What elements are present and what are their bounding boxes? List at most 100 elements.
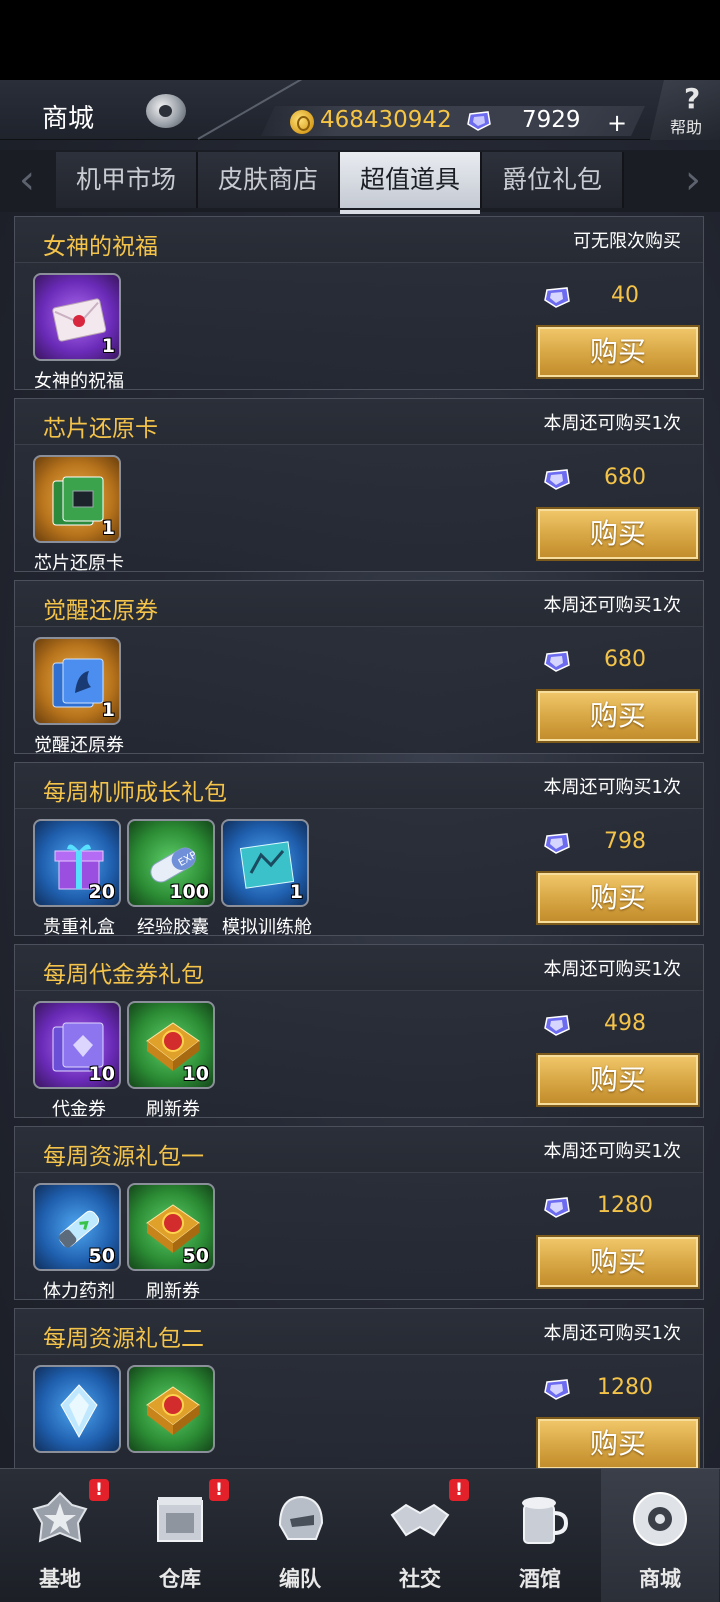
diamond-icon — [543, 285, 571, 309]
notification-badge: ! — [209, 1479, 229, 1501]
nav-item[interactable]: 仓库 ! — [121, 1469, 239, 1602]
reward-quantity: 10 — [182, 1063, 209, 1085]
purchase-limit: 可无限次购买 — [573, 231, 681, 252]
product-price: 40 — [611, 283, 639, 308]
reward-name: 经验胶囊 — [137, 917, 209, 938]
product-title: 每周机师成长礼包 — [43, 780, 227, 806]
reward-item-frame: 1 — [33, 637, 121, 725]
product-card: 每周代金券礼包 本周还可购买1次 498 购买 10 代金券 10 刷新券 — [14, 944, 704, 1120]
reward-item-frame: 50 — [127, 1183, 215, 1271]
page-title: 商城 — [42, 104, 95, 134]
product-title: 女神的祝福 — [43, 234, 158, 260]
handshake-icon — [390, 1489, 450, 1549]
purchase-limit: 本周还可购买1次 — [543, 595, 681, 616]
product-price: 1280 — [597, 1375, 653, 1400]
tab-skin-shop[interactable]: 皮肤商店 — [198, 152, 340, 208]
reward-item-frame: 10 — [127, 1001, 215, 1089]
product-title: 芯片还原卡 — [43, 416, 158, 442]
help-label: 帮助 — [670, 118, 703, 137]
reward-quantity: 1 — [289, 881, 303, 903]
tavern-icon — [510, 1489, 570, 1549]
reward-item-frame: 20 — [33, 819, 121, 907]
product-titlebar: 觉醒还原券 本周还可购买1次 — [15, 581, 703, 627]
diamond-icon — [543, 649, 571, 673]
buy-button[interactable]: 购买 — [536, 871, 700, 925]
training-pod-icon — [237, 835, 297, 895]
reward-item-frame — [127, 1365, 215, 1453]
nav-item[interactable]: 基地 ! — [1, 1469, 119, 1602]
product-price: 680 — [604, 647, 646, 672]
nav-item-label: 仓库 — [159, 1567, 201, 1591]
buy-button[interactable]: 购买 — [536, 325, 700, 379]
product-titlebar: 女神的祝福 可无限次购买 — [15, 217, 703, 263]
reward-name: 刷新券 — [146, 1281, 200, 1302]
nav-item[interactable]: 社交 ! — [361, 1469, 479, 1602]
buy-button[interactable]: 购买 — [536, 689, 700, 743]
refresh-ticket-icon — [143, 1381, 203, 1441]
coin-icon — [290, 110, 314, 134]
buy-button-label: 购买 — [589, 1063, 646, 1096]
purchase-limit: 本周还可购买1次 — [543, 959, 681, 980]
tab-value-items[interactable]: 超值道具 — [340, 152, 482, 214]
notification-badge: ! — [449, 1479, 469, 1501]
reward-item-frame: 1 — [33, 455, 121, 543]
help-button[interactable]: ? 帮助 — [650, 80, 720, 140]
shop-orb-icon — [630, 1489, 690, 1549]
reward-quantity: 1 — [101, 699, 115, 721]
purchase-limit: 本周还可购买1次 — [543, 1141, 681, 1162]
product-card: 每周资源礼包一 本周还可购买1次 1280 购买 50 体力药剂 50 刷新券 — [14, 1126, 704, 1302]
reward-quantity: 50 — [182, 1245, 209, 1267]
diamond-icon — [543, 467, 571, 491]
reward-name: 觉醒还原券 — [34, 735, 124, 756]
buy-button-label: 购买 — [589, 699, 646, 732]
product-price: 1280 — [597, 1193, 653, 1218]
diamond-icon — [543, 1013, 571, 1037]
letter-icon — [49, 289, 109, 349]
chip-card-icon — [49, 471, 109, 531]
product-titlebar: 每周代金券礼包 本周还可购买1次 — [15, 945, 703, 991]
nav-item-label: 基地 — [39, 1567, 81, 1591]
buy-button[interactable]: 购买 — [536, 1417, 700, 1471]
status-bar-area — [0, 0, 720, 80]
diamond-icon — [466, 110, 492, 132]
nav-item[interactable]: 商城 — [601, 1469, 719, 1602]
base-star-icon — [30, 1489, 90, 1549]
bottom-nav: 基地 ! 仓库 ! 编队 社交 ! 酒馆 商城 — [0, 1468, 720, 1602]
nav-item-label: 商城 — [639, 1567, 681, 1591]
nav-item[interactable]: 编队 — [241, 1469, 359, 1602]
product-card: 每周机师成长礼包 本周还可购买1次 798 购买 20 贵重礼盒 EXP 100… — [14, 762, 704, 938]
buy-button[interactable]: 购买 — [536, 1235, 700, 1289]
tab-mecha-market[interactable]: 机甲市场 — [56, 152, 198, 208]
reward-name: 代金券 — [52, 1099, 106, 1120]
reward-item-frame: EXP 100 — [127, 819, 215, 907]
reward-name: 刷新券 — [146, 1099, 200, 1120]
add-diamonds-button[interactable]: + — [604, 111, 630, 135]
shop-tabs: ‹ 机甲市场 皮肤商店 超值道具 爵位礼包 › — [0, 150, 720, 214]
purchase-limit: 本周还可购买1次 — [543, 777, 681, 798]
product-title: 觉醒还原券 — [43, 598, 158, 624]
product-card: 觉醒还原券 本周还可购买1次 680 购买 1 觉醒还原券 — [14, 580, 704, 756]
reward-name: 体力药剂 — [43, 1281, 115, 1302]
buy-button-label: 购买 — [589, 881, 646, 914]
nav-item[interactable]: 酒馆 — [481, 1469, 599, 1602]
reward-name: 芯片还原卡 — [34, 553, 124, 574]
nav-item-label: 酒馆 — [519, 1567, 561, 1591]
reward-quantity: 1 — [101, 335, 115, 357]
product-card: 芯片还原卡 本周还可购买1次 680 购买 1 芯片还原卡 — [14, 398, 704, 574]
tabs-left-arrow-icon[interactable]: ‹ — [12, 158, 42, 202]
reward-quantity: 20 — [88, 881, 115, 903]
reward-quantity: 50 — [88, 1245, 115, 1267]
reward-quantity: 1 — [101, 517, 115, 539]
buy-button-label: 购买 — [589, 1427, 646, 1460]
coin-balance: 468430942 — [320, 107, 452, 133]
shop-header: 商城 468430942 7929 + ? 帮助 — [0, 80, 720, 140]
diamond-icon — [543, 1195, 571, 1219]
tab-rank-packs[interactable]: 爵位礼包 — [482, 152, 624, 208]
tabs-right-arrow-icon[interactable]: › — [678, 158, 708, 202]
buy-button-label: 购买 — [589, 335, 646, 368]
buy-button[interactable]: 购买 — [536, 507, 700, 561]
buy-button[interactable]: 购买 — [536, 1053, 700, 1107]
product-price: 498 — [604, 1011, 646, 1036]
purchase-limit: 本周还可购买1次 — [543, 413, 681, 434]
product-titlebar: 每周资源礼包一 本周还可购买1次 — [15, 1127, 703, 1173]
